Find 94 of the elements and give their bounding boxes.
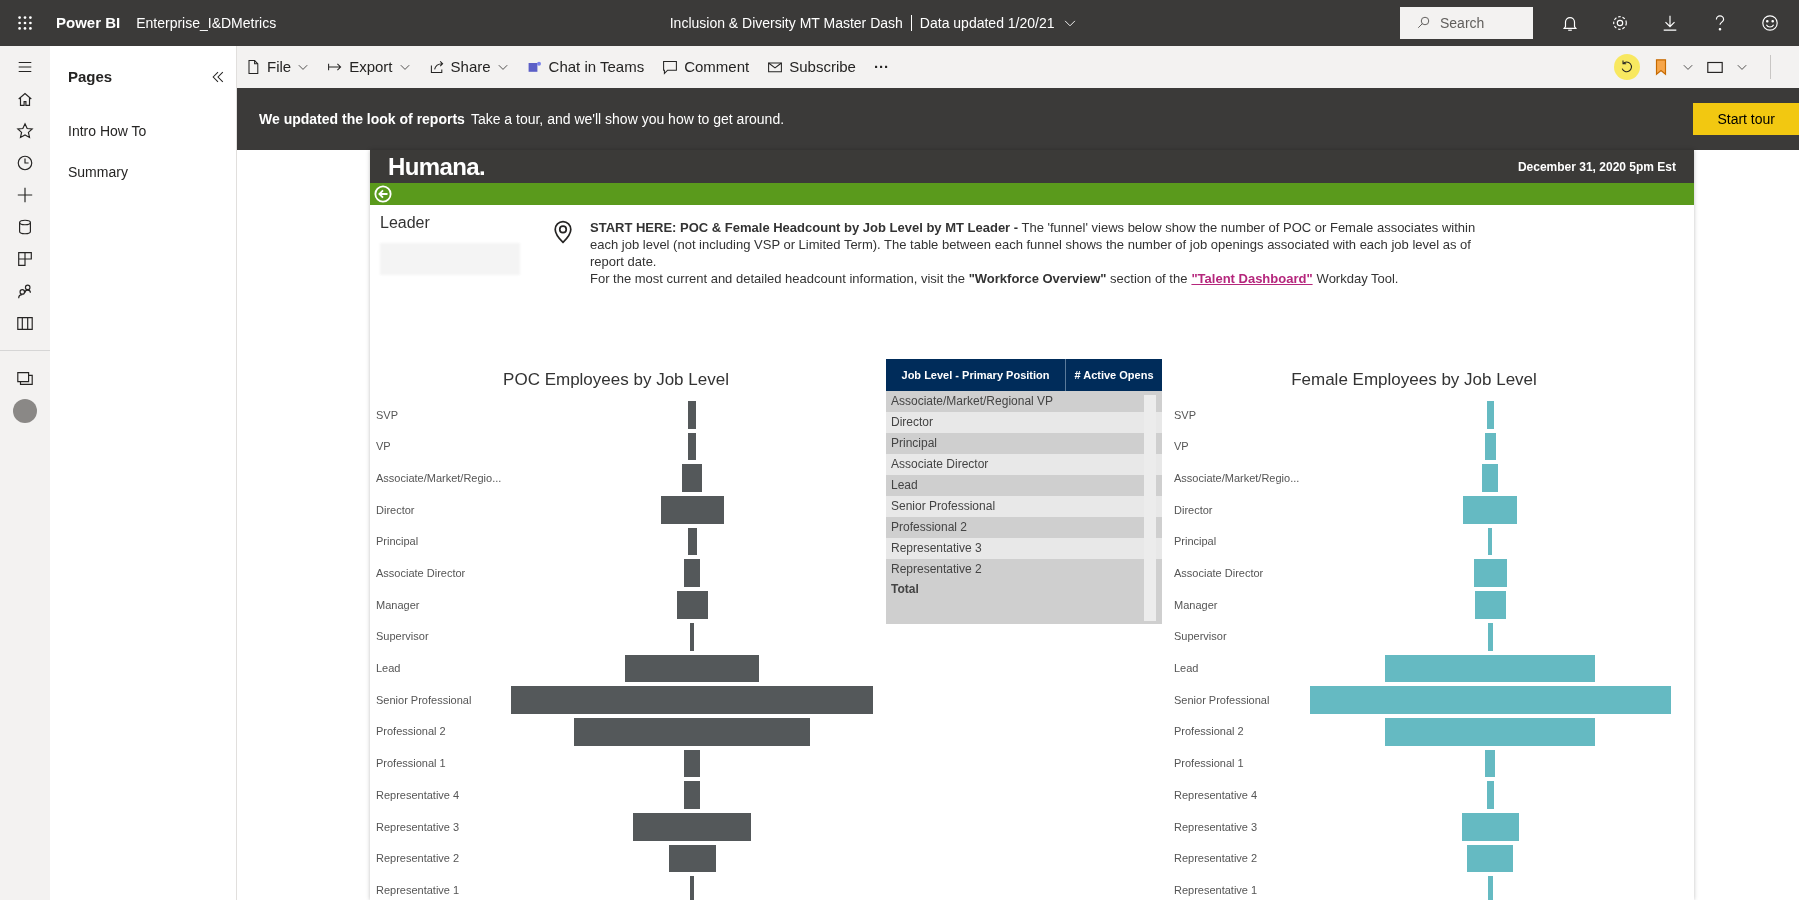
page-item[interactable]: Summary [50, 151, 236, 193]
table-cell-text: Representative 3 [890, 540, 983, 557]
funnel-label: Manager [1174, 597, 1219, 613]
book-icon[interactable] [16, 314, 34, 332]
funnel-label: Supervisor [1174, 629, 1228, 645]
toolbar-button[interactable]: Chat in Teams [526, 55, 645, 79]
table-scrollbar[interactable] [1144, 395, 1156, 621]
star-icon[interactable] [16, 122, 34, 140]
funnel-label: Professional 2 [376, 724, 447, 740]
undo-icon [1619, 59, 1635, 75]
funnel-label: Senior Professional [376, 692, 473, 708]
toolbar-button[interactable]: Subscribe [767, 55, 856, 79]
table-cell-text: Principal [890, 435, 939, 452]
smiley-icon[interactable] [1761, 14, 1779, 32]
share-icon [428, 59, 445, 75]
funnel-label: SVP [376, 407, 399, 423]
funnel-label: Representative 3 [376, 819, 461, 835]
start-tour-button[interactable]: Start tour [1693, 103, 1799, 135]
envelope-icon [767, 59, 784, 75]
more-button[interactable]: ··· [873, 55, 889, 79]
funnel-label: Supervisor [376, 629, 430, 645]
funnel-label: Professional 2 [1174, 724, 1245, 740]
table-total-cell-text: Total [890, 581, 920, 598]
chart-title: POC Employees by Job Level [502, 369, 730, 391]
funnel-label: Representative 2 [376, 851, 461, 867]
funnel-label: Representative 1 [1174, 882, 1259, 898]
table-cell-text: Senior Professional [890, 498, 997, 515]
report-title: Inclusion & Diversity MT Master Dash [669, 13, 903, 33]
teams-icon [526, 59, 543, 75]
funnel-label: Principal [376, 534, 420, 550]
search-icon [1416, 15, 1431, 30]
funnel-label: Director [1174, 502, 1214, 518]
table-cell-text: Lead [890, 477, 919, 494]
funnel-label: Manager [376, 597, 421, 613]
profile-avatar[interactable] [13, 399, 37, 423]
funnel-label: Representative 4 [1174, 787, 1259, 803]
table-cell-text: Director [890, 414, 934, 431]
settings-icon[interactable] [1611, 14, 1629, 32]
reset-button[interactable] [1614, 54, 1640, 80]
funnel-label: Representative 4 [376, 787, 461, 803]
brand-logo-text: Humana. [388, 151, 486, 182]
plus-icon[interactable] [16, 186, 34, 204]
toolbar-button[interactable]: Share [428, 55, 509, 79]
chart-title: Female Employees by Job Level [1290, 369, 1538, 391]
funnel-label: Director [376, 502, 416, 518]
data-updated-dropdown[interactable]: Data updated 1/20/21 [919, 12, 1077, 34]
home-icon[interactable] [16, 90, 34, 108]
intro-text: Workday Tool. [1316, 270, 1399, 287]
download-icon[interactable] [1661, 14, 1679, 32]
table-cell-text: Professional 2 [890, 519, 969, 536]
notifications-icon[interactable] [1561, 14, 1579, 32]
funnel-label: VP [376, 439, 392, 455]
funnel-label: Associate Director [1174, 566, 1265, 582]
funnel-label: SVP [1174, 407, 1197, 423]
slicer-label: Leader [380, 213, 431, 233]
report-date: December 31, 2020 5pm Est [1517, 158, 1676, 176]
workspace-name[interactable]: Enterprise_I&DMetrics [136, 12, 277, 34]
intro-paragraph: START HERE: POC & Female Headcount by Job Level by MT Leader - The 'funnel' views below show the number of POC or Female associates within each job level (not including VSP or Limited Term). The table between each funnel shows the number of job openings associated with each job level as of report date. [590, 219, 1476, 270]
table-cell-text: Associate Director [890, 456, 990, 473]
app-name[interactable]: Power BI [56, 11, 121, 35]
people-icon[interactable] [16, 282, 34, 300]
file-icon [245, 59, 261, 75]
toolbar-button[interactable]: File [245, 55, 310, 79]
funnel-label: VP [1174, 439, 1190, 455]
intro-text: For the most current and detailed headcount information, visit the "Workforce Overview" section of the [590, 270, 1188, 287]
grid-icon[interactable] [16, 250, 34, 268]
table-cell-text: Representative 2 [890, 561, 983, 578]
banner-text: Take a tour, and we'll show you how to get around. [470, 109, 785, 129]
funnel-label: Professional 1 [376, 756, 447, 772]
table-header: # Active Opens [1073, 367, 1155, 383]
talent-dashboard-link[interactable]: "Talent Dashboard" [1191, 270, 1313, 287]
funnel-label: Lead [1174, 661, 1200, 677]
funnel-label: Principal [1174, 534, 1218, 550]
table-cell-text: Associate/Market/Regional VP [890, 393, 1055, 410]
clock-icon[interactable] [16, 154, 34, 172]
funnel-label: Professional 1 [1174, 756, 1245, 772]
funnel-label: Senior Professional [1174, 692, 1271, 708]
banner-heading: We updated the look of reports [259, 109, 465, 129]
windows-icon[interactable] [16, 369, 34, 387]
funnel-label: Representative 1 [376, 882, 461, 898]
funnel-label: Associate/Market/Regio... [376, 470, 503, 486]
comment-icon [662, 59, 679, 75]
funnel-label: Representative 2 [1174, 851, 1259, 867]
funnel-label: Lead [376, 661, 402, 677]
pages-heading: Pages [68, 67, 113, 87]
page-item[interactable]: Intro How To [50, 110, 236, 152]
funnel-label: Associate Director [376, 566, 467, 582]
toolbar-button[interactable]: Comment [662, 55, 750, 79]
app-launcher-icon[interactable] [16, 14, 34, 32]
funnel-label: Representative 3 [1174, 819, 1259, 835]
funnel-label: Associate/Market/Regio... [1174, 470, 1301, 486]
search-field[interactable]: Search [1400, 7, 1533, 39]
toolbar-button[interactable]: Export [327, 55, 411, 79]
cylinder-icon[interactable] [16, 218, 34, 236]
